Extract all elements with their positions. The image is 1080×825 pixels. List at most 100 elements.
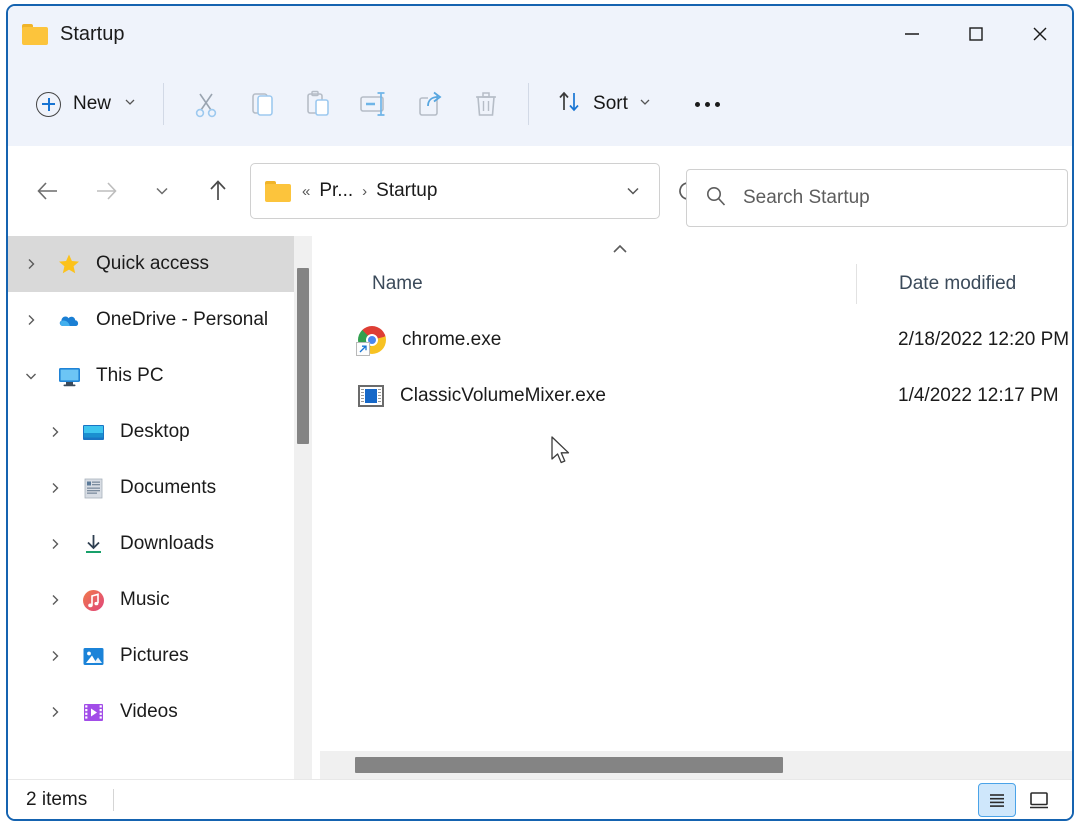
breadcrumb-item-0[interactable]: Pr... — [313, 176, 359, 206]
videos-icon — [80, 699, 106, 725]
sidebar-item-quick-access[interactable]: Quick access — [8, 236, 294, 292]
pictures-icon — [80, 643, 106, 669]
breadcrumb-separator: › — [362, 182, 368, 200]
chevron-right-icon[interactable] — [44, 704, 66, 720]
file-date-modified: 1/4/2022 12:17 PM — [898, 385, 1059, 406]
rename-button[interactable] — [346, 80, 402, 128]
window-controls — [880, 6, 1072, 62]
sidebar-item-onedrive[interactable]: OneDrive - Personal — [8, 292, 294, 348]
up-button[interactable] — [196, 169, 240, 213]
search-placeholder: Search Startup — [743, 187, 870, 208]
downloads-icon — [80, 531, 106, 557]
chrome-shortcut-icon — [356, 326, 386, 356]
search-input[interactable]: Search Startup — [686, 169, 1068, 227]
sidebar-item-downloads[interactable]: Downloads — [8, 516, 294, 572]
title-bar: Startup — [8, 6, 1072, 62]
sidebar-item-label: Downloads — [120, 533, 214, 554]
sidebar-item-videos[interactable]: Videos — [8, 684, 294, 740]
horizontal-scrollbar[interactable] — [320, 751, 1072, 779]
table-row[interactable]: chrome.exe 2/18/2022 12:20 PM — [320, 312, 1072, 368]
file-explorer-window: Startup New Sort « Pr... › Startup Searc… — [6, 4, 1074, 821]
sidebar-item-label: Music — [120, 589, 170, 610]
recent-locations-button[interactable] — [140, 169, 184, 213]
chevron-right-icon[interactable] — [44, 648, 66, 664]
column-header-name[interactable]: Name — [320, 264, 856, 304]
file-rows: chrome.exe 2/18/2022 12:20 PM ClassicVol… — [320, 312, 1072, 424]
address-dropdown-button[interactable] — [617, 182, 649, 200]
sort-arrows-icon — [555, 88, 583, 121]
delete-button[interactable] — [458, 80, 514, 128]
file-name: ClassicVolumeMixer.exe — [400, 385, 606, 406]
folder-icon — [22, 23, 48, 45]
title-bar-left: Startup — [8, 23, 124, 46]
sidebar-item-this-pc[interactable]: This PC — [8, 348, 294, 404]
sidebar-scrollbar-thumb[interactable] — [297, 268, 309, 444]
breadcrumb-overflow[interactable]: « — [299, 183, 313, 200]
ellipsis-icon — [695, 101, 701, 107]
sidebar-item-label: Pictures — [120, 645, 189, 666]
see-more-button[interactable] — [682, 81, 734, 127]
toolbar-divider-2 — [528, 83, 530, 125]
sidebar-item-desktop[interactable]: Desktop — [8, 404, 294, 460]
details-view-button[interactable] — [978, 782, 1016, 817]
sidebar-item-music[interactable]: Music — [8, 572, 294, 628]
file-name-cell[interactable]: ClassicVolumeMixer.exe — [320, 385, 856, 407]
sort-button[interactable]: Sort — [543, 81, 664, 127]
view-toggle-group — [978, 782, 1072, 817]
documents-icon — [80, 475, 106, 501]
status-divider — [113, 788, 115, 811]
copy-button[interactable] — [234, 80, 290, 128]
horizontal-scrollbar-thumb[interactable] — [355, 757, 783, 773]
sidebar-item-label: Desktop — [120, 421, 190, 442]
column-headers: Name Date modified — [320, 256, 1072, 312]
new-button-label: New — [73, 93, 112, 114]
file-date-modified: 2/18/2022 12:20 PM — [898, 329, 1070, 350]
chevron-right-icon[interactable] — [44, 480, 66, 496]
sidebar-item-pictures[interactable]: Pictures — [8, 628, 294, 684]
chevron-right-icon[interactable] — [20, 312, 42, 328]
back-button[interactable] — [26, 169, 70, 213]
sidebar-item-label: This PC — [96, 365, 164, 386]
chevron-right-icon[interactable] — [20, 256, 42, 272]
folder-icon — [265, 180, 291, 202]
chevron-down-icon[interactable] — [20, 368, 42, 384]
file-list-pane[interactable]: Name Date modified chrome.exe 2/18/2022 … — [320, 236, 1072, 779]
navigation-pane[interactable]: Quick access OneDrive - Personal This PC… — [8, 236, 294, 779]
volume-mixer-icon — [358, 385, 384, 407]
forward-button[interactable] — [84, 169, 128, 213]
status-bar: 2 items — [8, 779, 1072, 819]
share-button[interactable] — [402, 80, 458, 128]
chevron-down-icon — [123, 95, 137, 114]
cut-button[interactable] — [178, 80, 234, 128]
chevron-right-icon[interactable] — [44, 424, 66, 440]
paste-button[interactable] — [290, 80, 346, 128]
sort-button-label: Sort — [593, 93, 628, 114]
sidebar-item-label: OneDrive - Personal — [96, 309, 269, 330]
table-row[interactable]: ClassicVolumeMixer.exe 1/4/2022 12:17 PM — [320, 368, 1072, 424]
breadcrumb-address-bar[interactable]: « Pr... › Startup — [250, 163, 660, 219]
music-icon — [80, 587, 106, 613]
item-count-label: 2 items — [26, 788, 88, 810]
maximize-button[interactable] — [944, 6, 1008, 62]
search-icon — [705, 185, 727, 212]
large-icons-view-button[interactable] — [1020, 783, 1058, 817]
new-button[interactable]: New — [24, 82, 149, 126]
sidebar-scrollbar[interactable] — [294, 236, 312, 779]
plus-circle-icon — [36, 91, 61, 117]
column-header-date-modified[interactable]: Date modified — [856, 264, 1016, 304]
sidebar-item-documents[interactable]: Documents — [8, 460, 294, 516]
chevron-right-icon[interactable] — [44, 536, 66, 552]
star-icon — [56, 251, 82, 277]
desktop-icon — [80, 419, 106, 445]
monitor-icon — [56, 363, 82, 389]
minimize-button[interactable] — [880, 6, 944, 62]
close-button[interactable] — [1008, 6, 1072, 62]
cloud-icon — [56, 307, 82, 333]
chevron-right-icon[interactable] — [44, 592, 66, 608]
file-name: chrome.exe — [402, 329, 502, 350]
sidebar-item-label: Quick access — [96, 253, 209, 274]
breadcrumb-item-1[interactable]: Startup — [370, 176, 443, 206]
command-bar: New Sort — [8, 62, 1072, 146]
chevron-down-icon — [638, 95, 652, 114]
file-name-cell[interactable]: chrome.exe — [320, 326, 856, 356]
